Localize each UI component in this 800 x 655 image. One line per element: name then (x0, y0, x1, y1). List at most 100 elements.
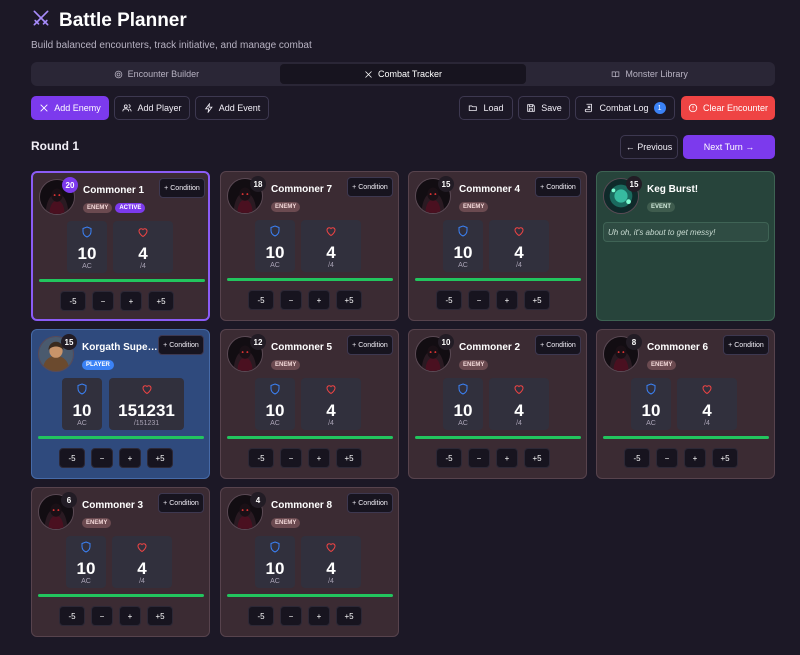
plus-1-button[interactable]: + (308, 290, 330, 310)
hp-controls: -5− + +5 (436, 290, 550, 310)
hp-bar (227, 436, 393, 439)
add-condition-button[interactable]: + Condition (535, 335, 581, 355)
plus-5-button[interactable]: +5 (712, 448, 738, 468)
minus-5-button[interactable]: -5 (248, 290, 274, 310)
event-description: Uh oh, it's about to get messy! (603, 222, 769, 242)
minus-1-button[interactable]: − (91, 448, 113, 468)
plus-1-button[interactable]: + (308, 606, 330, 626)
save-label: Save (541, 103, 562, 113)
hp-value: 4 (137, 558, 147, 578)
combatant-card-enemy[interactable]: 4 Commoner 8 ENEMY + Condition 10 AC 4/4 -5− + +5 (220, 487, 399, 637)
minus-5-button[interactable]: -5 (624, 448, 650, 468)
hp-max: /4 (516, 419, 522, 427)
plus-1-button[interactable]: + (308, 448, 330, 468)
combatant-card-enemy[interactable]: 15 Commoner 4 ENEMY + Condition 10 AC 4/4 -5− + +5 (408, 171, 587, 321)
add-condition-button[interactable]: + Condition (535, 177, 581, 197)
load-label: Load (483, 103, 504, 113)
add-condition-button[interactable]: + Condition (347, 177, 393, 197)
add-condition-button[interactable]: + Condition (158, 493, 204, 513)
add-player-button[interactable]: Add Player (114, 96, 190, 120)
combatant-card-enemy[interactable]: 18 Commoner 7 ENEMY + Condition 10 AC 4/4 -5− + +5 (220, 171, 399, 321)
minus-5-button[interactable]: -5 (59, 448, 85, 468)
armor-class-stat: 10 AC (66, 536, 106, 588)
combatant-card-enemy[interactable]: 20 Commoner 1 ENEMY ACTIVE + Condition 10 AC 4/4… (31, 171, 210, 321)
add-enemy-button[interactable]: Add Enemy (31, 96, 109, 120)
plus-5-button[interactable]: +5 (147, 448, 173, 468)
combatant-card-enemy[interactable]: 12 Commoner 5 ENEMY + Condition 10 AC 4/4 -5− + +5 (220, 329, 399, 479)
tab-monster-library[interactable]: Monster Library (526, 64, 773, 84)
combatant-card-enemy[interactable]: 8 Commoner 6 ENEMY + Condition 10 AC 4/4 -5− + +5 (596, 329, 775, 479)
combatant-card-enemy[interactable]: 6 Commoner 3 ENEMY + Condition 10 AC 4/4 -5− + +5 (31, 487, 210, 637)
hit-points-stat[interactable]: 4/4 (112, 536, 172, 588)
tag-list: ENEMY (271, 360, 301, 370)
minus-1-button[interactable]: − (468, 290, 490, 310)
minus-1-button[interactable]: − (468, 448, 490, 468)
add-condition-button[interactable]: + Condition (158, 335, 204, 355)
hit-points-stat[interactable]: 4/4 (489, 220, 549, 272)
hit-points-stat[interactable]: 4/4 (677, 378, 737, 430)
hit-points-stat[interactable]: 4/4 (301, 536, 361, 588)
combatant-card-enemy[interactable]: 10 Commoner 2 ENEMY + Condition 10 AC 4/4 -5− + +5 (408, 329, 587, 479)
hp-bar (39, 279, 205, 282)
hit-points-stat[interactable]: 4/4 (489, 378, 549, 430)
add-enemy-label: Add Enemy (54, 103, 101, 113)
minus-1-button[interactable]: − (280, 448, 302, 468)
plus-1-button[interactable]: + (496, 448, 518, 468)
plus-5-button[interactable]: +5 (336, 606, 362, 626)
add-condition-button[interactable]: + Condition (159, 178, 205, 198)
add-condition-button[interactable]: + Condition (347, 493, 393, 513)
active-badge: ACTIVE (115, 203, 146, 213)
hit-points-stat[interactable]: 4/4 (301, 220, 361, 272)
combat-log-button[interactable]: Combat Log 1 (575, 96, 675, 120)
plus-5-button[interactable]: +5 (524, 290, 550, 310)
hit-points-stat[interactable]: 4/4 (301, 378, 361, 430)
minus-1-button[interactable]: − (656, 448, 678, 468)
minus-1-button[interactable]: − (280, 290, 302, 310)
combatant-card-player[interactable]: 15 Korgath Super... PLAYER + Condition 10 AC 15… (31, 329, 210, 479)
hp-value: 4 (326, 558, 336, 578)
tab-label: Combat Tracker (377, 69, 443, 79)
plus-1-button[interactable]: + (684, 448, 706, 468)
save-icon (527, 104, 535, 112)
plus-1-button[interactable]: + (496, 290, 518, 310)
minus-1-button[interactable]: − (92, 291, 114, 311)
combatant-name: Commoner 5 (271, 342, 333, 353)
hit-points-stat[interactable]: 4/4 (113, 221, 173, 273)
tab-combat-tracker[interactable]: Combat Tracker (279, 64, 527, 84)
save-button[interactable]: Save (518, 96, 570, 120)
plus-5-button[interactable]: +5 (147, 606, 173, 626)
condition-label: Condition (546, 183, 576, 191)
plus-1-button[interactable]: + (119, 448, 141, 468)
minus-1-button[interactable]: − (91, 606, 113, 626)
plus-5-button[interactable]: +5 (148, 291, 174, 311)
initiative-badge: 12 (250, 334, 266, 350)
folder-open-icon (469, 105, 478, 111)
plus-5-button[interactable]: +5 (336, 448, 362, 468)
initiative-badge: 8 (626, 334, 642, 350)
plus-5-button[interactable]: +5 (524, 448, 550, 468)
hp-max: /4 (139, 577, 145, 585)
hit-points-stat[interactable]: 151231/151231 (109, 378, 184, 430)
minus-5-button[interactable]: -5 (436, 290, 462, 310)
combatant-name: Commoner 6 (647, 342, 709, 353)
minus-5-button[interactable]: -5 (248, 448, 274, 468)
tab-encounter-builder[interactable]: Encounter Builder (33, 64, 280, 84)
minus-5-button[interactable]: -5 (248, 606, 274, 626)
minus-5-button[interactable]: -5 (436, 448, 462, 468)
combatant-card-event[interactable]: 15 Keg Burst! EVENT Uh oh, it's about to ge… (596, 171, 775, 321)
enemy-badge: ENEMY (82, 518, 112, 528)
add-condition-button[interactable]: + Condition (723, 335, 769, 355)
plus-1-button[interactable]: + (120, 291, 142, 311)
plus-5-button[interactable]: +5 (336, 290, 362, 310)
clear-encounter-button[interactable]: Clear Encounter (681, 96, 775, 120)
ac-value: 10 (265, 242, 285, 262)
plus-1-button[interactable]: + (119, 606, 141, 626)
minus-5-button[interactable]: -5 (60, 291, 86, 311)
next-turn-button[interactable]: Next Turn → (683, 135, 775, 159)
load-button[interactable]: Load (459, 96, 513, 120)
previous-turn-button[interactable]: ← Previous (620, 135, 678, 159)
minus-5-button[interactable]: -5 (59, 606, 85, 626)
add-condition-button[interactable]: + Condition (347, 335, 393, 355)
add-event-button[interactable]: Add Event (195, 96, 269, 120)
minus-1-button[interactable]: − (280, 606, 302, 626)
